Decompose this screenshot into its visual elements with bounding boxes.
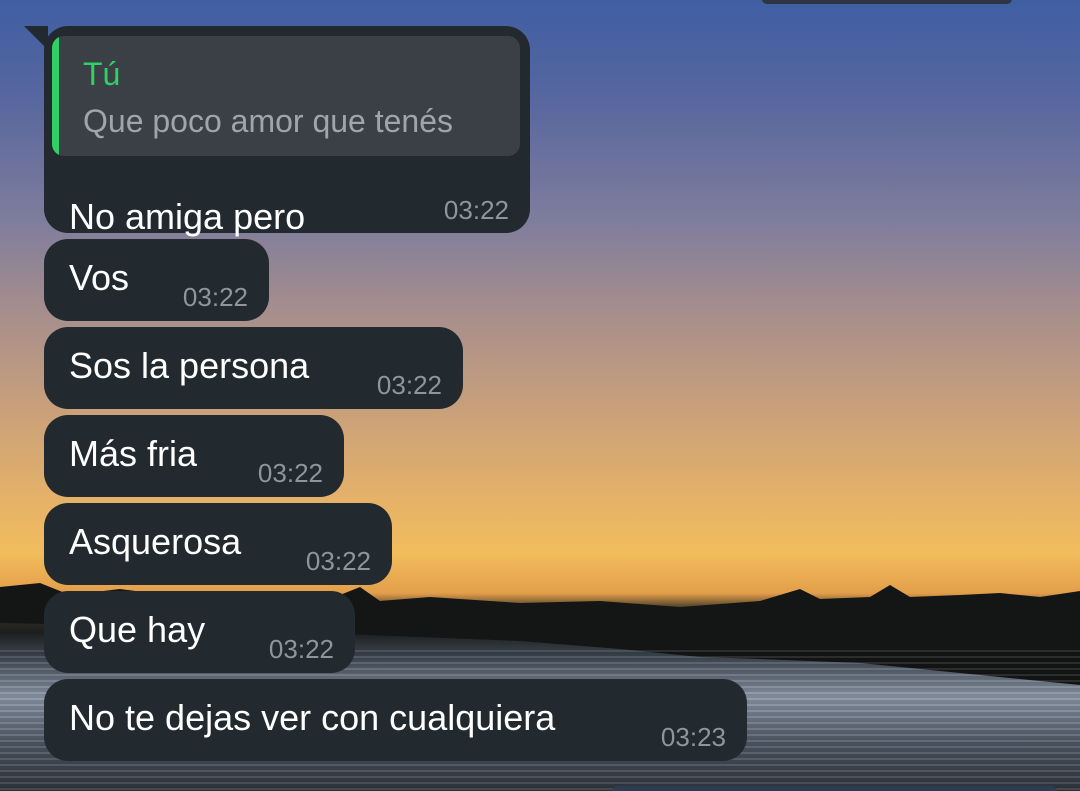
message-bubble-6[interactable]: Que hay 03:22 xyxy=(44,591,355,673)
scroll-indicator-top xyxy=(762,0,1012,4)
message-text: Vos xyxy=(69,257,130,298)
message-bubble-2[interactable]: Vos 03:22 xyxy=(44,239,269,321)
message-time: 03:22 xyxy=(268,634,334,664)
message-bubble-3[interactable]: Sos la persona 03:22 xyxy=(44,327,463,409)
message-bubble-4[interactable]: Más fria 03:22 xyxy=(44,415,344,497)
scroll-to-bottom-bar[interactable] xyxy=(612,786,1057,791)
message-text: No amiga pero xyxy=(69,196,306,237)
message-time: 03:22 xyxy=(305,546,371,576)
message-time: 03:22 xyxy=(376,370,442,400)
message-time: 03:23 xyxy=(660,722,726,752)
message-time: 03:22 xyxy=(257,458,323,488)
message-text: Asquerosa xyxy=(69,521,242,562)
message-text: No te dejas ver con cualquiera xyxy=(69,697,556,738)
message-text: Más fria xyxy=(69,433,198,474)
message-content-1: No amiga pero 03:22 xyxy=(44,26,530,237)
message-text: Que hay xyxy=(69,609,206,650)
message-text: Sos la persona xyxy=(69,345,310,386)
message-bubble-7[interactable]: No te dejas ver con cualquiera 03:23 xyxy=(44,679,747,761)
message-bubble-5[interactable]: Asquerosa 03:22 xyxy=(44,503,392,585)
message-time: 03:22 xyxy=(182,282,248,312)
chat-background: Tú Que poco amor que tenés No amiga pero… xyxy=(0,0,1080,791)
message-time: 03:22 xyxy=(443,195,509,225)
